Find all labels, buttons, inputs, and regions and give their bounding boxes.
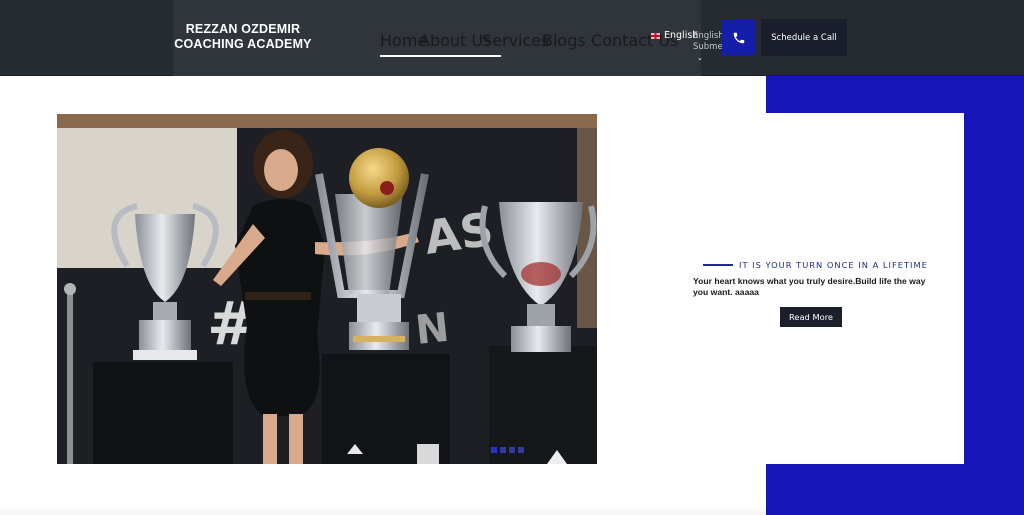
nav-item-blogs[interactable]: Blogs ⌄ xyxy=(542,31,596,55)
uk-flag-icon xyxy=(651,32,660,39)
logo-line-2: COACHING ACADEMY xyxy=(174,37,312,51)
site-logo[interactable]: REZZAN OZDEMIR COACHING ACADEMY xyxy=(173,22,313,52)
chevron-down-icon: ⌄ xyxy=(697,54,703,62)
hero-photo-illustration: # AS N xyxy=(57,114,597,464)
phone-icon xyxy=(733,32,744,43)
slider-dot[interactable] xyxy=(491,447,497,453)
svg-text:N: N xyxy=(413,305,451,354)
phone-button[interactable] xyxy=(722,20,755,55)
read-more-button[interactable]: Read More xyxy=(780,307,842,327)
tagline-rule xyxy=(703,264,733,266)
slider-dot[interactable] xyxy=(518,447,524,453)
logo-line-1: REZZAN OZDEMIR xyxy=(185,22,301,36)
page-bottom-fade xyxy=(0,505,766,515)
site-header: REZZAN OZDEMIR COACHING ACADEMY Home Abo… xyxy=(0,0,1024,76)
hero-subtext: Your heart knows what you truly desire.B… xyxy=(693,276,926,297)
schedule-call-button[interactable]: Schedule a Call xyxy=(761,19,847,56)
nav-label: Blogs xyxy=(542,31,586,50)
hero-slide-image[interactable]: # AS N xyxy=(57,114,597,464)
language-switcher[interactable]: English xyxy=(651,30,698,41)
nav-label: About Us xyxy=(419,31,492,50)
slider-pagination xyxy=(491,447,524,453)
slider-dot[interactable] xyxy=(509,447,515,453)
tagline-text: IT IS YOUR TURN ONCE IN A LIFETIME xyxy=(739,260,928,270)
nav-label: Services xyxy=(482,31,550,50)
hero-tagline: IT IS YOUR TURN ONCE IN A LIFETIME xyxy=(703,260,928,270)
slider-dot[interactable] xyxy=(500,447,506,453)
